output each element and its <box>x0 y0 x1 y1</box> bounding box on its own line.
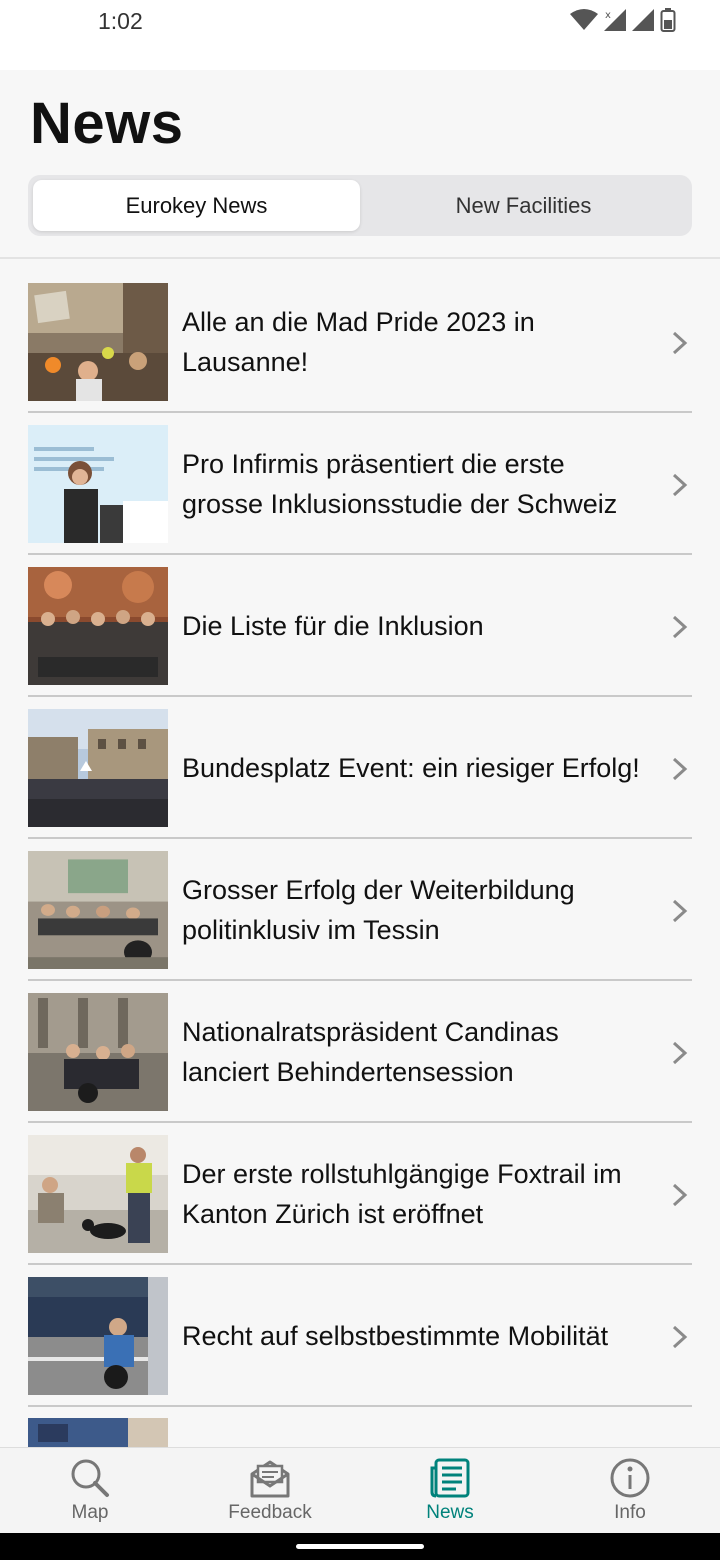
bottom-navigation: Map Feedback News Info <box>0 1447 720 1533</box>
chevron-right-icon <box>672 615 688 639</box>
chevron-right-icon <box>672 1325 688 1349</box>
nav-news[interactable]: News <box>360 1448 540 1533</box>
news-item[interactable]: Die Liste für die Inklusion <box>28 567 692 709</box>
news-thumbnail <box>28 851 168 969</box>
news-title: Alle an die Mad Pride 2023 in Lausanne! <box>182 307 535 377</box>
news-title: Pro Infirmis präsentiert die erste gross… <box>182 449 618 519</box>
news-thumbnail <box>28 1277 168 1395</box>
chevron-right-icon <box>672 757 688 781</box>
news-item[interactable]: Pro Infirmis präsentiert die erste gross… <box>28 425 692 567</box>
chevron-right-icon <box>672 331 688 355</box>
news-list: Alle an die Mad Pride 2023 in Lausanne! … <box>28 283 692 1419</box>
header-divider <box>0 257 720 259</box>
news-item[interactable]: Recht auf selbstbestimmte Mobilität <box>28 1277 692 1419</box>
nav-map[interactable]: Map <box>0 1448 180 1533</box>
home-indicator[interactable] <box>296 1544 424 1549</box>
nav-label: News <box>426 1502 474 1523</box>
nav-label: Info <box>614 1502 646 1523</box>
news-tabs: Eurokey News New Facilities <box>28 175 692 236</box>
chevron-right-icon <box>672 1183 688 1207</box>
list-divider <box>28 979 692 981</box>
status-icons: x <box>570 8 676 32</box>
status-time: 1:02 <box>98 8 143 34</box>
chevron-right-icon <box>672 473 688 497</box>
battery-icon <box>660 8 676 32</box>
search-icon <box>71 1459 109 1497</box>
news-thumbnail <box>28 283 168 401</box>
list-divider <box>28 1263 692 1265</box>
news-item[interactable]: Grosser Erfolg der Weiterbildung politin… <box>28 851 692 993</box>
news-thumbnail <box>28 993 168 1111</box>
list-divider <box>28 411 692 413</box>
news-title: Recht auf selbstbestimmte Mobilität <box>182 1321 609 1351</box>
news-item[interactable]: Nationalratspräsident Candinas lanciert … <box>28 993 692 1135</box>
signal-icon: x <box>604 9 626 31</box>
feedback-envelope-icon <box>250 1460 290 1498</box>
news-item[interactable]: Der erste rollstuhlgängige Foxtrail im K… <box>28 1135 692 1277</box>
list-divider <box>28 1405 692 1407</box>
chevron-right-icon <box>672 1041 688 1065</box>
news-thumbnail <box>28 1135 168 1253</box>
list-divider <box>28 695 692 697</box>
news-thumbnail <box>28 567 168 685</box>
tab-new-facilities[interactable]: New Facilities <box>360 180 687 231</box>
news-title: Nationalratspräsident Candinas lanciert … <box>182 1017 559 1087</box>
status-bar: 1:02 x <box>0 0 720 70</box>
signal-icon <box>632 9 654 31</box>
nav-label: Feedback <box>228 1502 312 1523</box>
list-divider <box>28 1121 692 1123</box>
list-divider <box>28 837 692 839</box>
nav-info[interactable]: Info <box>540 1448 720 1533</box>
news-thumbnail <box>28 425 168 543</box>
chevron-right-icon <box>672 899 688 923</box>
svg-text:x: x <box>605 10 611 21</box>
info-icon <box>610 1458 650 1498</box>
news-title: Bundesplatz Event: ein riesiger Erfolg! <box>182 753 640 783</box>
nav-label: Map <box>71 1502 109 1523</box>
news-thumbnail <box>28 1418 168 1448</box>
page-title: News <box>30 91 184 156</box>
nav-feedback[interactable]: Feedback <box>180 1448 360 1533</box>
list-divider <box>28 553 692 555</box>
news-item[interactable]: Alle an die Mad Pride 2023 in Lausanne! <box>28 283 692 425</box>
news-item[interactable]: Bundesplatz Event: ein riesiger Erfolg! <box>28 709 692 851</box>
news-icon <box>430 1458 470 1498</box>
news-title: Die Liste für die Inklusion <box>182 611 484 641</box>
news-title: Der erste rollstuhlgängige Foxtrail im K… <box>182 1159 622 1229</box>
news-title: Grosser Erfolg der Weiterbildung politin… <box>182 875 575 945</box>
news-thumbnail <box>28 709 168 827</box>
wifi-icon <box>570 9 598 30</box>
tab-eurokey-news[interactable]: Eurokey News <box>33 180 360 231</box>
